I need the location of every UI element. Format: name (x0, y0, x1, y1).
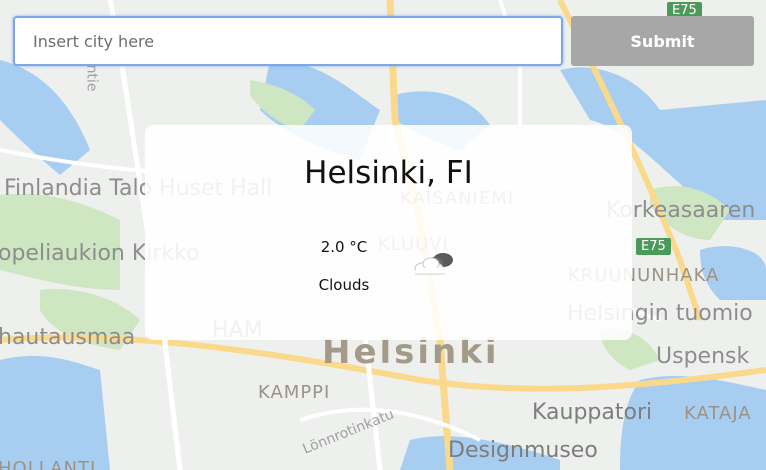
app-viewport: Finlandia Talo Huset Hall opeliaukion Ki… (0, 0, 766, 470)
submit-button[interactable]: Submit (571, 16, 754, 66)
cloudy-icon (414, 253, 453, 275)
city-title: Helsinki, FI (304, 155, 473, 191)
road-shield-e75-mid: E75 (636, 238, 671, 255)
temperature-value: 2.0 °C (320, 238, 368, 256)
weather-card: Helsinki, FI 2.0 °C Clouds (145, 125, 632, 340)
city-search-input[interactable] (13, 16, 563, 66)
weather-condition: Clouds (318, 276, 370, 294)
